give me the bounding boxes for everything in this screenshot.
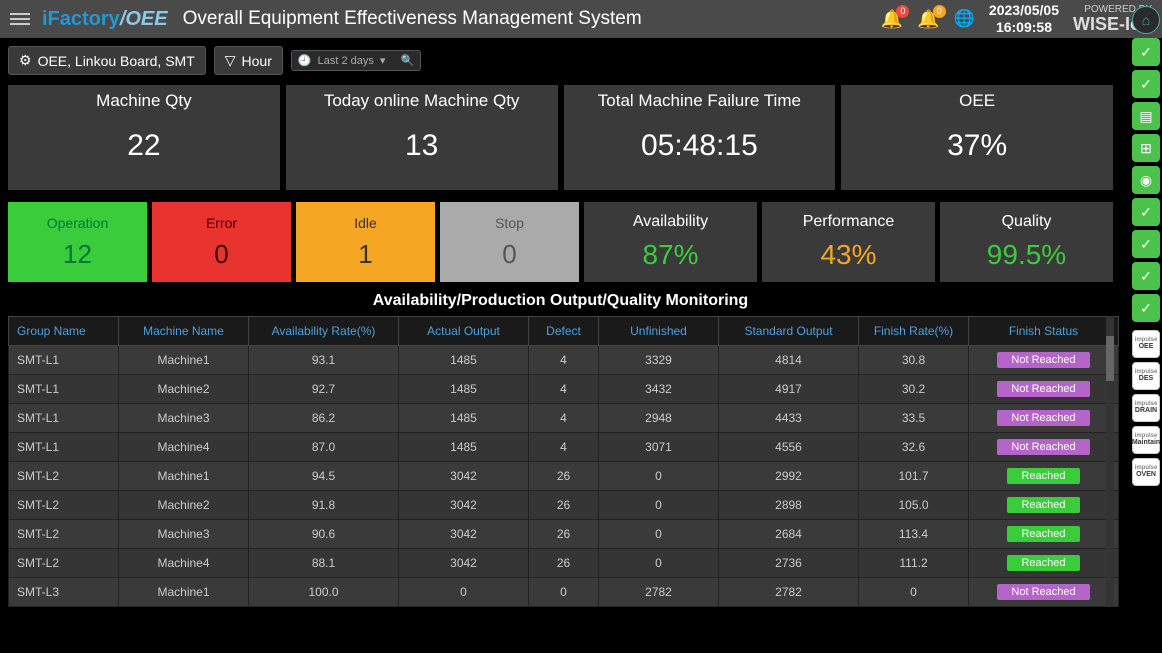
- filter-button[interactable]: ▽ Hour: [214, 46, 283, 75]
- status-badge: Reached: [1007, 468, 1079, 484]
- status-badge: Reached: [1007, 526, 1079, 542]
- col-unfinished[interactable]: Unfinished: [599, 317, 719, 346]
- performance-card: Performance43%: [762, 202, 935, 282]
- col-availability[interactable]: Availability Rate(%): [249, 317, 399, 346]
- table-row[interactable]: SMT-L1Machine193.1148543329481430.8Not R…: [9, 346, 1119, 375]
- col-actual[interactable]: Actual Output: [399, 317, 529, 346]
- dock-btn-5[interactable]: ◉: [1132, 166, 1160, 194]
- logo: iFactory/OEE: [42, 8, 168, 31]
- status-badge: Not Reached: [997, 584, 1089, 600]
- dock-btn-9[interactable]: ✓: [1132, 294, 1160, 322]
- stop-card: Stop0: [440, 202, 579, 282]
- chevron-down-icon: ▾: [380, 54, 386, 67]
- table-row[interactable]: SMT-L1Machine386.2148542948443333.5Not R…: [9, 404, 1119, 433]
- status-badge: Not Reached: [997, 439, 1089, 455]
- timerange-button[interactable]: 🕘 Last 2 days ▾ 🔍: [291, 50, 421, 71]
- table-row[interactable]: SMT-L2Machine390.630422602684113.4Reache…: [9, 520, 1119, 549]
- filter-icon: ▽: [225, 52, 236, 69]
- table-row[interactable]: SMT-L1Machine487.0148543071455632.6Not R…: [9, 433, 1119, 462]
- dock-btn-1[interactable]: ✓: [1132, 38, 1160, 66]
- table-row[interactable]: SMT-L2Machine194.530422602992101.7Reache…: [9, 462, 1119, 491]
- dock-btn-7[interactable]: ✓: [1132, 230, 1160, 258]
- dock-app-des[interactable]: impulseDES: [1132, 362, 1160, 390]
- clock-icon: 🕘: [298, 54, 312, 67]
- alert-bell-icon[interactable]: 🔔0: [917, 9, 939, 30]
- col-machine[interactable]: Machine Name: [119, 317, 249, 346]
- availability-card: Availability87%: [584, 202, 757, 282]
- status-badge: Not Reached: [997, 381, 1089, 397]
- app-header: iFactory/OEE Overall Equipment Effective…: [0, 0, 1162, 38]
- table-row[interactable]: SMT-L2Machine488.130422602736111.2Reache…: [9, 549, 1119, 578]
- summary-cards: Machine Qty22 Today online Machine Qty13…: [8, 85, 1113, 190]
- status-badge: Reached: [1007, 555, 1079, 571]
- status-badge: Not Reached: [997, 410, 1089, 426]
- dock-app-maintain[interactable]: impulseMaintain: [1132, 426, 1160, 454]
- failure-time-card: Total Machine Failure Time05:48:15: [564, 85, 836, 190]
- notification-bell-icon[interactable]: 🔔0: [881, 9, 903, 30]
- col-group[interactable]: Group Name: [9, 317, 119, 346]
- idle-card: Idle1: [296, 202, 435, 282]
- dock-app-oee[interactable]: impulseOEE: [1132, 330, 1160, 358]
- col-defect[interactable]: Defect: [529, 317, 599, 346]
- col-finish-rate[interactable]: Finish Rate(%): [859, 317, 969, 346]
- online-machine-card: Today online Machine Qty13: [286, 85, 558, 190]
- breadcrumb-button[interactable]: ⚙ OEE, Linkou Board, SMT: [8, 46, 206, 75]
- dock-btn-6[interactable]: ✓: [1132, 198, 1160, 226]
- dock-btn-4[interactable]: ⊞: [1132, 134, 1160, 162]
- section-title: Availability/Production Output/Quality M…: [8, 282, 1113, 316]
- table-row[interactable]: SMT-L2Machine291.830422602898105.0Reache…: [9, 491, 1119, 520]
- right-dock: ⌂ ✓ ✓ ▤ ⊞ ◉ ✓ ✓ ✓ ✓ impulseOEE impulseDES…: [1132, 6, 1160, 486]
- quality-card: Quality99.5%: [940, 202, 1113, 282]
- dock-app-oven[interactable]: impulseOVEN: [1132, 458, 1160, 486]
- col-finish-status[interactable]: Finish Status: [969, 317, 1119, 346]
- error-card: Error0: [152, 202, 291, 282]
- status-badge: Not Reached: [997, 352, 1089, 368]
- status-badge: Reached: [1007, 497, 1079, 513]
- toolbar: ⚙ OEE, Linkou Board, SMT ▽ Hour 🕘 Last 2…: [8, 38, 1113, 85]
- table-row[interactable]: SMT-L3Machine1100.000278227820Not Reache…: [9, 578, 1119, 607]
- monitoring-table: Group Name Machine Name Availability Rat…: [8, 316, 1119, 607]
- scrollbar-vertical[interactable]: [1106, 316, 1114, 607]
- operation-card: Operation12: [8, 202, 147, 282]
- dock-btn-8[interactable]: ✓: [1132, 262, 1160, 290]
- status-row: Operation12 Error0 Idle1 Stop0 Availabil…: [8, 202, 1113, 282]
- search-icon: 🔍: [400, 54, 414, 67]
- col-standard[interactable]: Standard Output: [719, 317, 859, 346]
- table-row[interactable]: SMT-L1Machine292.7148543432491730.2Not R…: [9, 375, 1119, 404]
- menu-icon[interactable]: [10, 10, 30, 28]
- datetime: 2023/05/0516:09:58: [989, 2, 1059, 36]
- page-title: Overall Equipment Effectiveness Manageme…: [183, 8, 881, 30]
- dock-btn-2[interactable]: ✓: [1132, 70, 1160, 98]
- machine-qty-card: Machine Qty22: [8, 85, 280, 190]
- globe-icon[interactable]: 🌐: [954, 9, 975, 29]
- sitemap-icon: ⚙: [19, 52, 32, 69]
- dock-app-drain[interactable]: impulseDRAIN: [1132, 394, 1160, 422]
- oee-card: OEE37%: [841, 85, 1113, 190]
- home-icon[interactable]: ⌂: [1132, 6, 1160, 34]
- dock-btn-3[interactable]: ▤: [1132, 102, 1160, 130]
